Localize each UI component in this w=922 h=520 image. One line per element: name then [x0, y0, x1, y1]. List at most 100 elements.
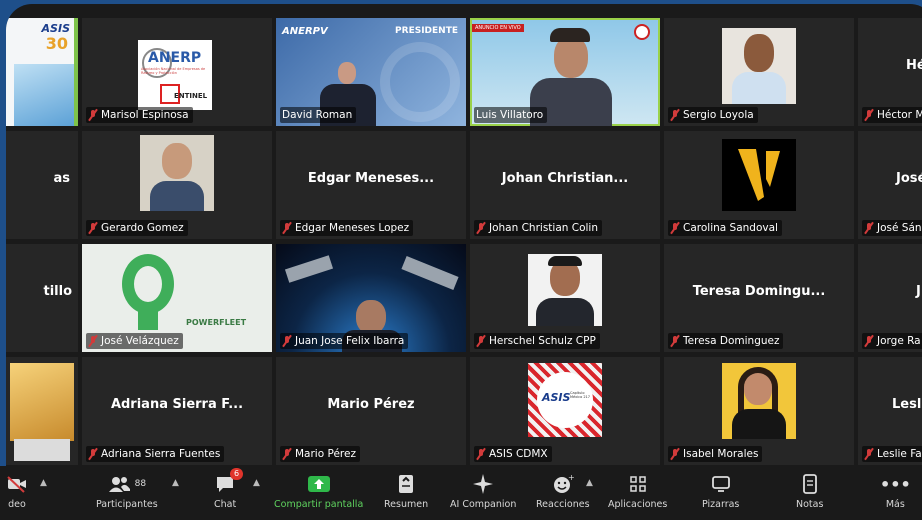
participant-display-name: J	[916, 284, 921, 299]
ai-sparkle-icon	[473, 474, 494, 494]
participant-name-label: Isabel Morales	[668, 446, 763, 462]
mic-muted-icon	[670, 109, 680, 121]
participants-icon	[108, 477, 130, 492]
participant-name-label: Leslie Fa	[862, 446, 922, 462]
summary-button[interactable]: Resumen	[384, 472, 428, 510]
participant-tile[interactable]: tillo	[6, 244, 78, 352]
mic-muted-icon	[282, 222, 292, 234]
participant-name-label: ASIS CDMX	[474, 446, 552, 462]
participant-photo	[140, 135, 214, 211]
satellite-icon	[284, 255, 334, 283]
mic-muted-icon	[476, 222, 486, 234]
powerfleet-logo: POWERFLEET	[186, 318, 247, 327]
mic-muted-icon	[864, 335, 874, 347]
share-screen-icon	[307, 476, 330, 492]
mic-muted-icon	[864, 448, 874, 460]
participant-name-label: David Roman	[280, 107, 357, 123]
participant-name-label: Héctor M	[862, 107, 922, 123]
chevron-up-icon[interactable]: ▲	[253, 478, 260, 488]
participant-name-label: Carolina Sandoval	[668, 220, 782, 236]
participant-photo	[722, 28, 796, 104]
mic-muted-icon	[88, 335, 98, 347]
participants-count: 88	[134, 479, 147, 489]
participant-name-label: Johan Christian Colin	[474, 220, 602, 236]
participant-name-label: Gerardo Gomez	[86, 220, 188, 236]
participant-tile[interactable]: Edgar Meneses... Edgar Meneses Lopez	[276, 131, 466, 239]
whiteboards-button[interactable]: Pizarras	[702, 472, 739, 510]
mic-muted-icon	[670, 335, 680, 347]
apps-button[interactable]: Aplicaciones	[608, 472, 667, 510]
participant-tile[interactable]	[6, 357, 78, 465]
participant-name-label: Luis Villatoro	[474, 107, 548, 123]
mic-muted-icon	[670, 222, 680, 234]
chevron-up-icon[interactable]: ▲	[40, 478, 47, 488]
notes-button[interactable]: Notas	[796, 472, 823, 510]
participant-display-name: as	[53, 171, 70, 186]
participant-display-name: tillo	[43, 284, 72, 299]
anerp-logo: ANERP Asociación Nacional de Empresas de…	[138, 40, 212, 110]
participant-photo	[528, 254, 602, 326]
mic-muted-icon	[476, 448, 486, 460]
participant-display-name: Leslie	[892, 397, 922, 412]
svg-text:+: +	[568, 474, 574, 482]
participant-photo	[10, 363, 74, 441]
gallery-grid: ASIS 30 ANERP Asociación Nacional de Emp…	[6, 18, 922, 473]
participant-tile[interactable]: J Jorge Ra	[858, 244, 922, 352]
participant-tile[interactable]: POWERFLEET José Velázquez	[82, 244, 272, 352]
more-button[interactable]: ••• Más	[880, 472, 911, 511]
participant-tile[interactable]: as	[6, 131, 78, 239]
participant-tile[interactable]: ANERPV PRESIDENTE David Roman	[276, 18, 466, 126]
sentinel-logo: ENTINEL	[174, 92, 208, 100]
participant-name-label: José Sán	[862, 220, 922, 236]
asis-cdmx-logo: ASIS Capítulo México 217	[528, 363, 602, 437]
participant-display-name: Edgar Meneses...	[307, 171, 435, 186]
whiteboard-icon	[711, 476, 730, 492]
participant-name-label: Adriana Sierra Fuentes	[86, 446, 225, 462]
participant-tile[interactable]: Teresa Domingu... Teresa Dominguez	[664, 244, 854, 352]
participant-tile-active-speaker[interactable]: ANUNCIO EN VIVO Luis Villatoro	[470, 18, 660, 126]
participant-tile[interactable]: Isabel Morales	[664, 357, 854, 465]
participant-tile[interactable]: Johan Christian... Johan Christian Colin	[470, 131, 660, 239]
participant-display-name: Hé	[906, 58, 922, 73]
participant-tile[interactable]: Juan Jose Felix Ibarra	[276, 244, 466, 352]
zoom-window: ASIS 30 ANERP Asociación Nacional de Emp…	[6, 4, 922, 520]
participants-button[interactable]: 88 Participantes	[96, 472, 158, 510]
participant-tile[interactable]: ASIS Capítulo México 217 ASIS CDMX	[470, 357, 660, 465]
participant-tile[interactable]: Mario Pérez Mario Pérez	[276, 357, 466, 465]
share-screen-button[interactable]: Compartir pantalla	[274, 472, 363, 510]
participant-tile[interactable]: Sergio Loyola	[664, 18, 854, 126]
mic-muted-icon	[282, 448, 292, 460]
participant-display-name: Johan Christian...	[501, 171, 629, 186]
participant-name-label: Juan Jose Felix Ibarra	[280, 333, 409, 349]
ai-companion-button[interactable]: AI Companion	[450, 472, 516, 510]
participant-tile[interactable]: Herschel Schulz CPP	[470, 244, 660, 352]
video-button[interactable]: deo	[6, 472, 28, 510]
participant-tile[interactable]: Hé Héctor M	[858, 18, 922, 126]
notes-icon	[802, 474, 817, 494]
chevron-up-icon[interactable]: ▲	[586, 478, 593, 488]
record-icon	[634, 24, 650, 40]
participant-display-name: Teresa Domingu...	[692, 284, 826, 299]
participant-tile[interactable]: ASIS 30	[6, 18, 78, 126]
chevron-up-icon[interactable]: ▲	[172, 478, 179, 488]
mic-muted-icon	[282, 335, 292, 347]
participant-tile[interactable]: Gerardo Gomez	[82, 131, 272, 239]
chat-unread-badge: 6	[230, 468, 244, 480]
mic-muted-icon	[88, 222, 98, 234]
participant-tile[interactable]: José José Sán	[858, 131, 922, 239]
participant-name-label: Edgar Meneses Lopez	[280, 220, 414, 236]
participant-name-label: Teresa Dominguez	[668, 333, 784, 349]
participant-name-label: Sergio Loyola	[668, 107, 758, 123]
reactions-button[interactable]: + Reacciones	[536, 472, 590, 510]
participant-photo	[722, 139, 796, 211]
participant-tile[interactable]: Leslie Leslie Fa	[858, 357, 922, 465]
participant-tile[interactable]: ANERP Asociación Nacional de Empresas de…	[82, 18, 272, 126]
participant-tile[interactable]: Adriana Sierra F... Adriana Sierra Fuent…	[82, 357, 272, 465]
mic-muted-icon	[88, 109, 98, 121]
participant-display-name: José	[896, 171, 922, 186]
apps-icon	[629, 476, 646, 492]
chat-button[interactable]: 6 Chat	[214, 468, 244, 510]
participant-name-label: José Velázquez	[86, 333, 183, 349]
powerfleet-pin-icon	[122, 254, 174, 314]
participant-tile[interactable]: Carolina Sandoval	[664, 131, 854, 239]
